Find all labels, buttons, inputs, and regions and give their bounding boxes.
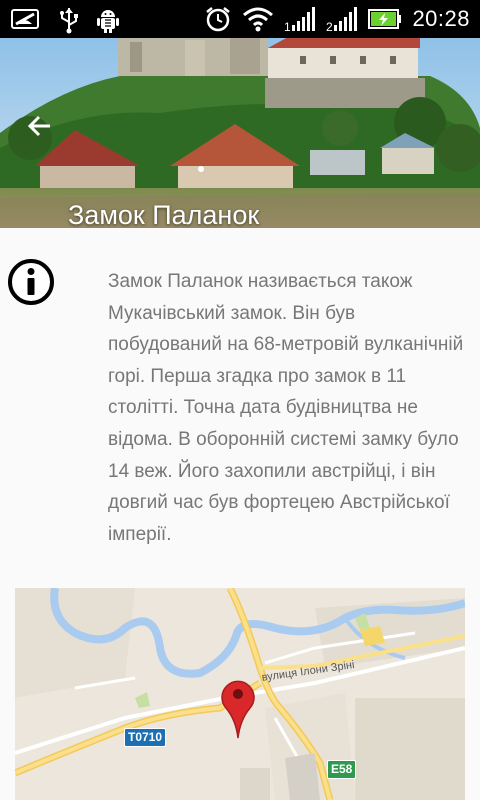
signal-2-icon: 2 <box>326 5 358 33</box>
status-bar: 1 2 20:28 <box>0 0 480 38</box>
road-shield-t0710: T0710 <box>124 728 167 747</box>
usb-icon <box>58 6 80 34</box>
castle-description: Замок Паланок називається також Мукачівс… <box>108 271 464 545</box>
android-debug-icon <box>96 6 120 34</box>
clock-time: 20:28 <box>412 6 470 31</box>
svg-text:1: 1 <box>284 20 291 33</box>
road-shield-e58: E58 <box>327 760 357 779</box>
page-title: Замок Паланок <box>68 200 260 228</box>
location-map[interactable]: T0710 E58 вулиця Ілони Зріні <box>15 588 465 800</box>
arrow-left-icon <box>27 115 50 137</box>
signal-1-icon: 1 <box>284 5 316 33</box>
back-button[interactable] <box>18 104 62 148</box>
svg-text:2: 2 <box>326 20 333 33</box>
notification-icon <box>10 6 42 34</box>
map-pin-icon[interactable] <box>220 676 256 740</box>
header-image: Замок Паланок <box>0 38 480 228</box>
alarm-icon <box>204 5 232 33</box>
info-icon <box>7 258 55 306</box>
battery-charging-icon <box>368 8 402 30</box>
wifi-icon <box>242 6 274 32</box>
